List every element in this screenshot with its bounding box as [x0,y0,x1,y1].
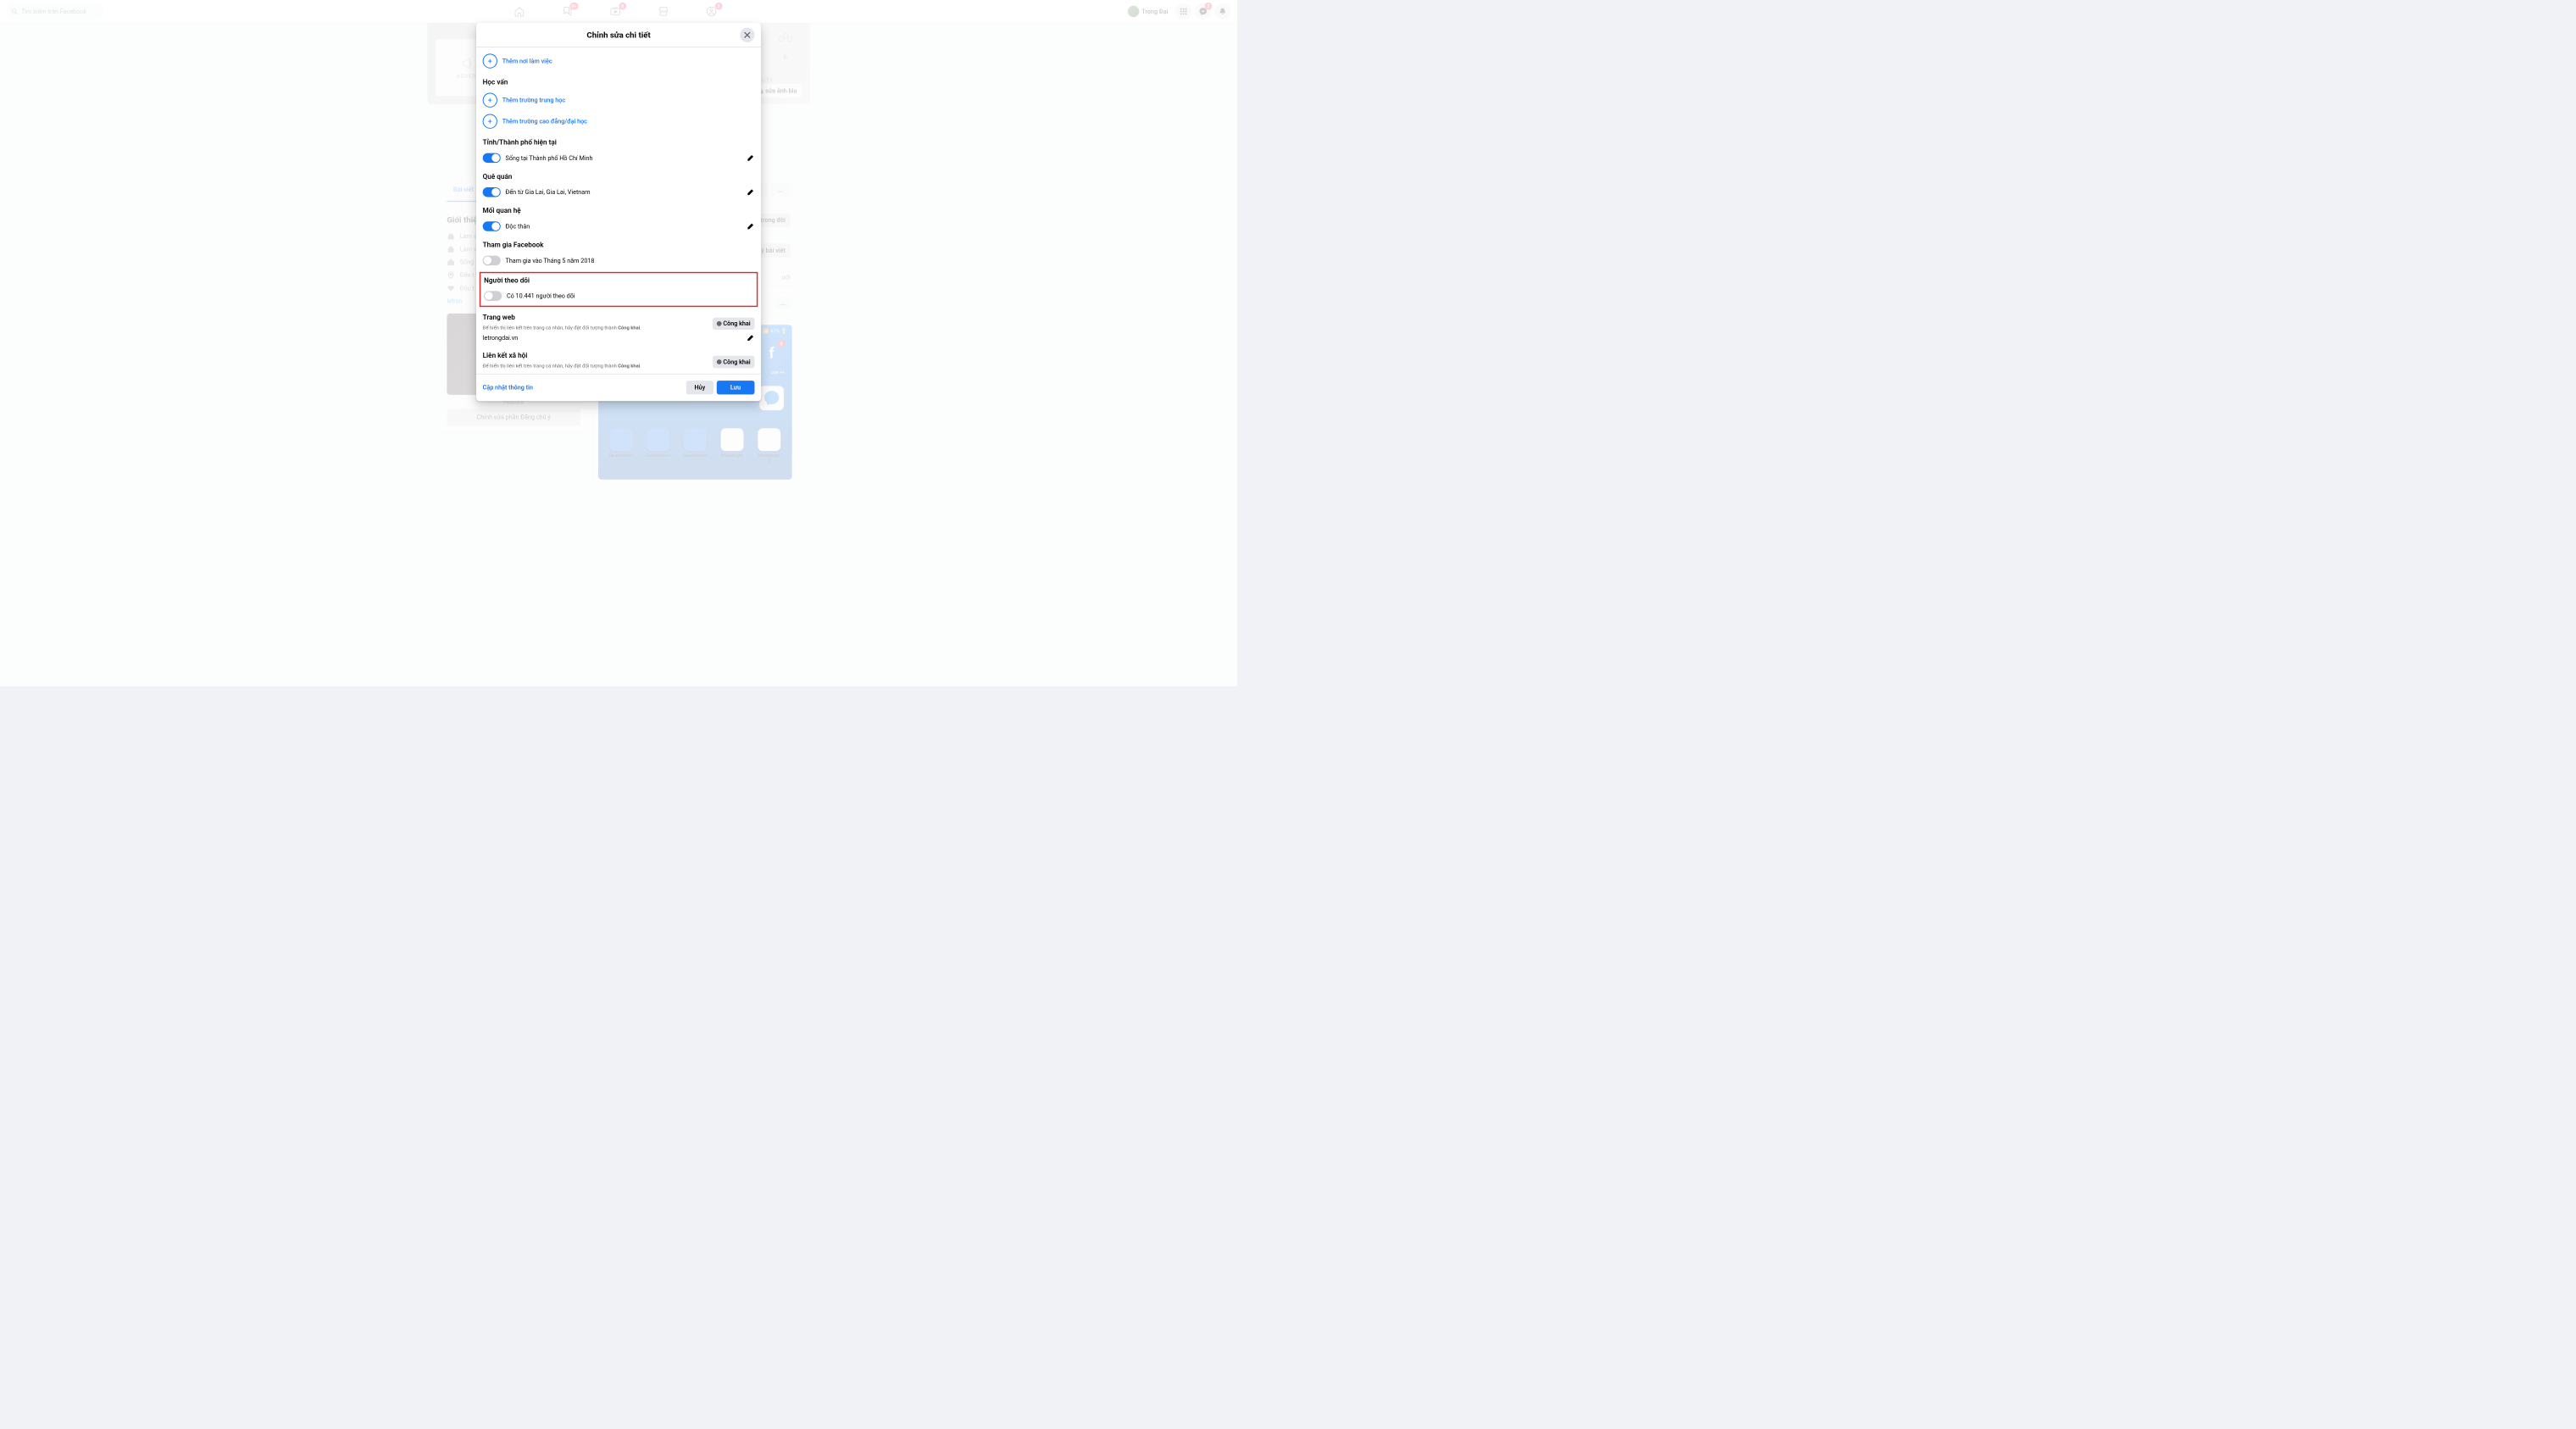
globe-icon [717,359,722,364]
joined-value: Tham gia vào Tháng 5 năm 2018 [506,257,755,264]
close-button[interactable] [740,27,754,42]
add-high-school[interactable]: + Thêm trường trung học [483,90,755,111]
pencil-icon[interactable] [747,334,755,342]
section-education: Học vấn [483,78,755,86]
website-value: letrongdai.vn [483,334,519,342]
toggle-joined[interactable] [483,256,501,266]
social-audience-button[interactable]: Công khai [713,356,755,368]
update-info-link[interactable]: Cập nhật thông tin [483,384,533,392]
city-value: Sống tại Thành phố Hồ Chí Minh [506,154,742,162]
globe-icon [717,321,722,326]
section-hometown: Quê quán [483,173,755,181]
pencil-icon[interactable] [747,154,755,163]
add-college[interactable]: + Thêm trường cao đẳng/đại học [483,111,755,132]
add-workplace[interactable]: + Thêm nơi làm việc [483,51,755,72]
pencil-icon[interactable] [747,188,755,197]
plus-icon: + [483,93,497,108]
plus-icon: + [483,114,497,128]
modal-title: Chỉnh sửa chi tiết [586,30,650,40]
toggle-hometown[interactable] [483,187,501,197]
close-icon [743,31,752,39]
toggle-followers[interactable] [484,291,502,301]
followers-value: Có 10.441 người theo dõi [507,292,753,300]
section-relationship: Mối quan hệ [483,207,755,215]
plus-icon: + [483,53,497,68]
save-button[interactable]: Lưu [717,381,755,394]
section-joined: Tham gia Facebook [483,241,755,249]
hometown-value: Đến từ Gia Lai, Gia Lai, Vietnam [506,188,742,196]
modal-footer: Cập nhật thông tin Hủy Lưu [476,374,761,401]
cancel-button[interactable]: Hủy [686,381,713,394]
modal-header: Chỉnh sửa chi tiết [476,23,761,47]
edit-details-modal: Chỉnh sửa chi tiết + Thêm nơi làm việc H… [476,23,761,401]
toggle-relationship[interactable] [483,221,501,231]
pencil-icon[interactable] [747,222,755,231]
website-audience-button[interactable]: Công khai [713,318,755,330]
section-followers: Người theo dõi [484,276,753,285]
modal-body[interactable]: + Thêm nơi làm việc Học vấn + Thêm trườn… [476,47,761,374]
section-city: Tỉnh/Thành phố hiện tại [483,138,755,147]
followers-highlight: Người theo dõi Có 10.441 người theo dõi [480,272,758,307]
toggle-city[interactable] [483,153,501,164]
relationship-value: Độc thân [506,223,742,231]
